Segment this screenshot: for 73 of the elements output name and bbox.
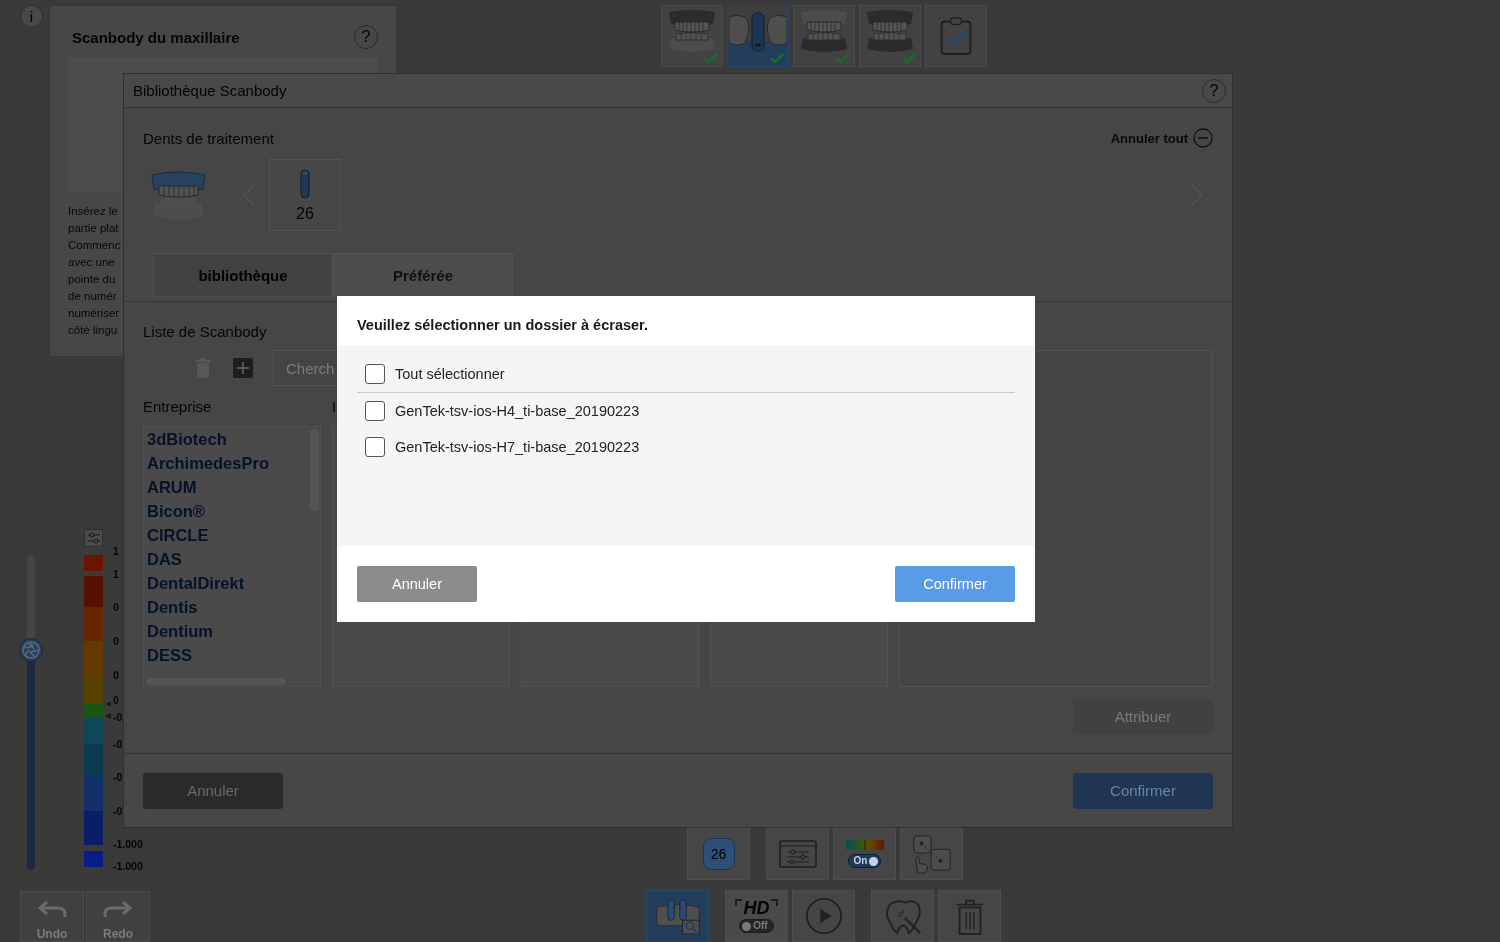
checkbox[interactable] xyxy=(365,401,385,421)
play-icon xyxy=(804,897,843,935)
list-item[interactable]: Bicon® xyxy=(144,499,205,523)
dentition-icon xyxy=(798,9,850,53)
confirm-button[interactable]: Confirmer xyxy=(1073,772,1213,809)
scanbody-search-icon xyxy=(654,897,701,935)
slider-thumb[interactable] xyxy=(19,637,43,662)
cancel-button[interactable]: Annuler xyxy=(143,772,283,809)
list-item[interactable]: Dentium xyxy=(144,619,213,643)
display-settings-button[interactable] xyxy=(766,828,829,880)
dialog-title: Bibliothèque Scanbody xyxy=(133,82,287,99)
select-all-label[interactable]: Tout sélectionner xyxy=(395,366,505,382)
list-item[interactable]: DESS xyxy=(144,643,192,667)
point-match-button[interactable] xyxy=(900,828,963,880)
clear-all-button[interactable]: Annuler tout xyxy=(1110,128,1213,148)
implant-icon xyxy=(729,9,787,53)
clipboard-check-icon xyxy=(938,16,974,56)
aperture-icon xyxy=(21,639,41,660)
undo-arrow-icon xyxy=(37,899,67,919)
toggle-switch[interactable]: On xyxy=(847,854,882,868)
slider-track[interactable] xyxy=(27,555,35,870)
list-item[interactable]: Dentis xyxy=(144,595,198,619)
instruction-text: Insérez le partie plat Commenc avec une pointe du de numér numériser côté lingu xyxy=(68,204,122,338)
info-button[interactable]: i xyxy=(20,5,43,28)
add-icon[interactable] xyxy=(233,358,253,378)
folder-name[interactable]: GenTek-tsv-ios-H7_ti-base_20190223 xyxy=(395,439,640,455)
section-title: Dents de traitement xyxy=(143,129,274,147)
dentition-icon xyxy=(666,9,718,53)
list-item[interactable]: ARUM xyxy=(144,475,197,499)
dentition-icon[interactable] xyxy=(150,169,207,221)
list-item[interactable]: CIRCLE xyxy=(144,523,209,547)
tab[interactable]: bibliothèque xyxy=(153,253,333,297)
cancel-button[interactable]: Annuler xyxy=(357,566,477,602)
section-title: Liste de Scanbody xyxy=(143,322,267,342)
minus-circle-icon xyxy=(1193,128,1213,148)
lower-jaw-step-button[interactable] xyxy=(793,5,855,67)
upper-jaw-step-button[interactable] xyxy=(661,5,723,67)
list-item[interactable]: ArchimedesPro xyxy=(144,451,269,475)
list-item[interactable]: DAS xyxy=(144,547,182,571)
implant-icon xyxy=(300,168,310,200)
marker-icon xyxy=(105,713,111,719)
redo-arrow-icon xyxy=(103,899,133,919)
tab[interactable]: Préférée xyxy=(333,253,513,297)
sliders-icon xyxy=(86,531,101,545)
color-bar-icon xyxy=(845,840,884,850)
scan-view-button[interactable] xyxy=(646,890,709,942)
bite-step-button[interactable] xyxy=(859,5,921,67)
play-button[interactable] xyxy=(792,890,855,942)
marker-icon xyxy=(105,701,111,707)
delete-button[interactable] xyxy=(938,890,1001,942)
confirm-button[interactable]: Confirmer xyxy=(895,566,1015,602)
folder-name[interactable]: GenTek-tsv-ios-H4_ti-base_20190223 xyxy=(395,403,640,419)
tooth-number-button[interactable]: 26 xyxy=(687,828,750,880)
dentition-icon xyxy=(864,9,916,53)
tooth-card[interactable]: 26 xyxy=(269,159,341,231)
review-step-button[interactable] xyxy=(925,5,987,67)
list-item[interactable]: DentalDirekt xyxy=(144,571,245,595)
color-map-button[interactable]: On xyxy=(833,828,896,880)
redo-button[interactable]: Redo xyxy=(86,891,150,942)
hd-button[interactable]: HD Off xyxy=(725,890,788,942)
checkbox[interactable] xyxy=(365,437,385,457)
tooth-edit-button[interactable] xyxy=(871,890,934,942)
column-heading: Entreprise xyxy=(143,397,212,415)
undo-button[interactable]: Undo xyxy=(20,891,84,942)
sliders-window-icon xyxy=(778,840,817,868)
checkbox[interactable] xyxy=(365,364,385,384)
dialog-title: Veuillez sélectionner un dossier à écraser. xyxy=(357,317,648,334)
toggle-switch[interactable]: Off xyxy=(739,919,774,933)
tooth-wand-icon xyxy=(883,897,922,935)
list-item[interactable]: 3dBiotech xyxy=(144,427,227,451)
scanbody-step-button[interactable] xyxy=(727,5,789,67)
panel-title: Scanbody du maxillaire xyxy=(72,28,240,46)
scale-settings-button[interactable] xyxy=(84,529,103,547)
